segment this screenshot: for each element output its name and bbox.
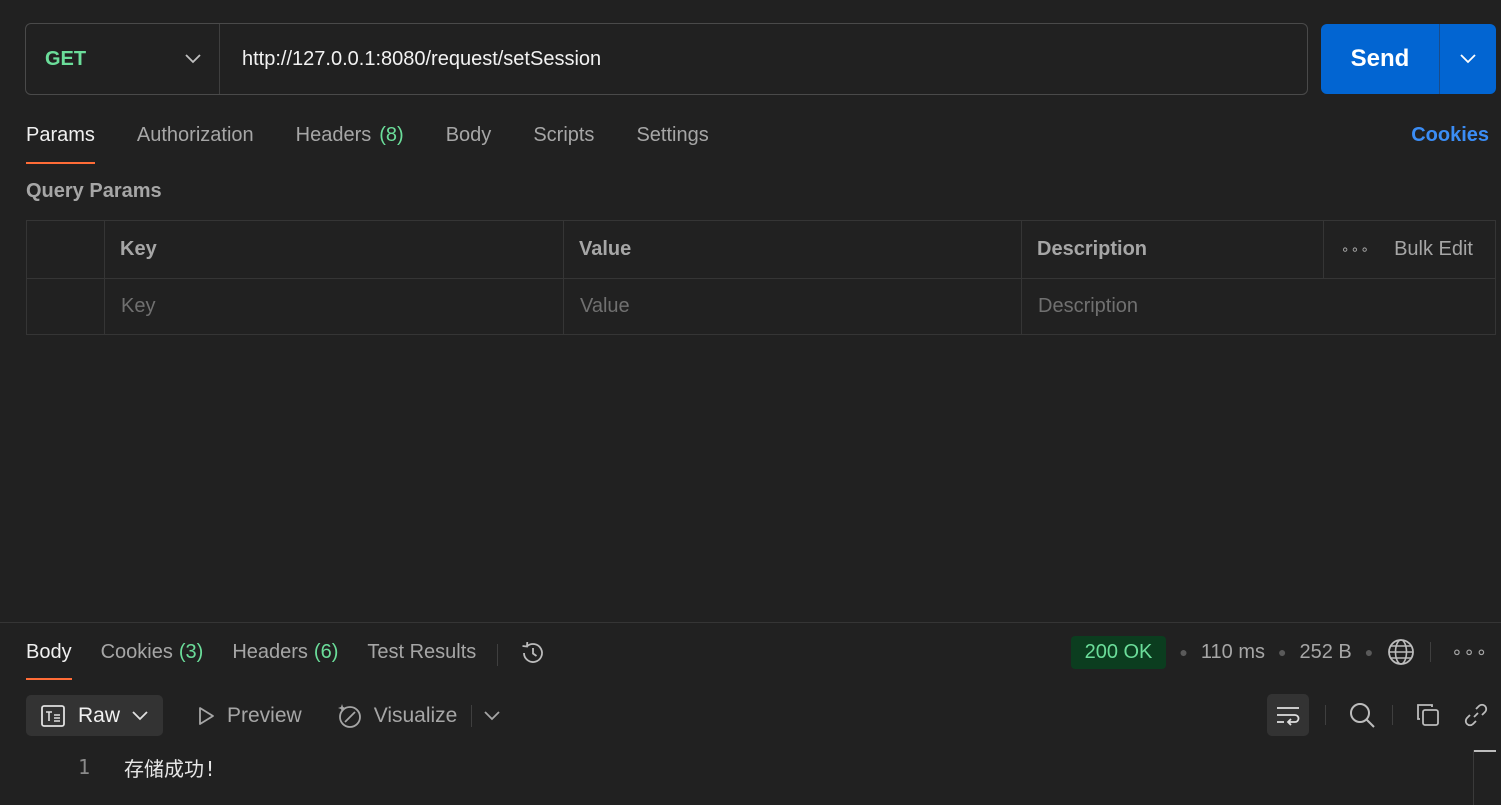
response-tools [1267, 694, 1501, 736]
request-tabs: Params Authorization Headers (8) Body Sc… [26, 118, 751, 166]
url-input[interactable]: http://127.0.0.1:8080/request/setSession [220, 48, 601, 71]
checkbox-column-header [27, 221, 105, 278]
section-title: Query Params [26, 180, 162, 202]
bulk-edit-cell: ∘∘∘ Bulk Edit [1324, 221, 1495, 278]
wrap-icon [1277, 707, 1300, 726]
play-icon [199, 706, 214, 725]
tab-label: Test Results [367, 641, 477, 663]
tab-response-body[interactable]: Body [26, 637, 72, 680]
chevron-down-icon [1460, 54, 1476, 64]
bulk-edit-button[interactable]: Bulk Edit [1394, 238, 1473, 261]
tab-count: (3) [178, 641, 204, 663]
search-button[interactable] [1348, 701, 1376, 729]
key-input[interactable]: Key [105, 279, 564, 334]
tab-label: Authorization [136, 124, 254, 146]
response-size[interactable]: 252 B [1299, 641, 1351, 664]
line-text[interactable]: 存储成功! [124, 753, 216, 782]
view-bar: Raw Preview Visualize [26, 695, 501, 736]
bulk-edit-group: ∘∘∘ Bulk Edit [1341, 238, 1473, 261]
tab-label: Headers [295, 124, 372, 146]
description-column-header: Description [1022, 221, 1324, 278]
tab-label: Settings [636, 124, 709, 146]
response-status: 200 OK ● 110 ms ● 252 B ● ∘∘∘ [1070, 635, 1501, 669]
tab-label: Params [26, 124, 95, 146]
separator [497, 644, 499, 666]
search-icon [1350, 703, 1375, 728]
cookies-link[interactable]: Cookies [1411, 124, 1489, 147]
more-icon[interactable]: ∘∘∘ [1451, 642, 1488, 663]
tab-label: Body [445, 124, 492, 146]
dot-separator: ● [1277, 644, 1287, 660]
wrap-lines-button[interactable] [1267, 694, 1309, 736]
copy-icon [1417, 704, 1439, 726]
chevron-down-icon [132, 710, 148, 720]
raw-format-dropdown[interactable]: Raw [26, 695, 163, 736]
history-icon[interactable] [518, 638, 548, 668]
link-button[interactable] [1463, 702, 1489, 728]
tab-count: (8) [379, 124, 404, 146]
tab-params[interactable]: Params [26, 118, 95, 164]
description-input[interactable]: Description [1022, 279, 1495, 334]
more-icon[interactable]: ∘∘∘ [1341, 241, 1370, 258]
send-button[interactable]: Send [1321, 24, 1439, 94]
tab-count: (6) [313, 641, 339, 663]
value-input[interactable]: Value [564, 279, 1022, 334]
tab-headers[interactable]: Headers (8) [296, 118, 404, 164]
response-time[interactable]: 110 ms [1201, 641, 1265, 664]
tab-authorization[interactable]: Authorization [137, 118, 254, 164]
separator [1392, 705, 1393, 725]
chevron-down-icon [185, 54, 201, 64]
row-checkbox-cell [27, 279, 105, 334]
method-label: GET [45, 47, 87, 70]
response-body-line: 1 存储成功! [0, 752, 216, 782]
link-icon [1464, 703, 1488, 727]
response-tabs: Body Cookies (3) Headers (6) Test Results [26, 637, 548, 681]
line-number: 1 [77, 755, 90, 779]
tab-response-cookies[interactable]: Cookies (3) [101, 637, 204, 680]
postman-request-page: GET http://127.0.0.1:8080/request/setSes… [0, 0, 1501, 805]
tab-label: Body [26, 641, 72, 663]
raw-label: Raw [78, 703, 121, 727]
separator [1430, 642, 1432, 662]
status-badge[interactable]: 200 OK [1070, 635, 1167, 669]
response-divider[interactable] [0, 622, 1501, 623]
preview-label: Preview [227, 703, 302, 727]
copy-button[interactable] [1415, 702, 1441, 728]
value-column-header: Value [564, 221, 1022, 278]
scrollbar-thumb[interactable] [1474, 750, 1496, 752]
method-selector[interactable]: GET [26, 24, 220, 94]
tab-scripts[interactable]: Scripts [533, 118, 594, 164]
tab-label: Cookies [100, 641, 173, 663]
dot-separator: ● [1179, 644, 1188, 660]
dot-separator: ● [1364, 644, 1374, 660]
chevron-down-icon[interactable] [484, 710, 501, 721]
preview-button[interactable]: Preview [195, 704, 302, 728]
visualize-label: Visualize [373, 703, 458, 727]
send-group: Send [1321, 24, 1496, 94]
tab-response-headers[interactable]: Headers (6) [232, 637, 338, 680]
scrollbar-track[interactable] [1473, 750, 1474, 805]
visualize-icon [337, 703, 361, 728]
tab-settings[interactable]: Settings [636, 118, 708, 164]
raw-icon [41, 704, 65, 727]
table-header-row: Key Value Description ∘∘∘ Bulk Edit [27, 221, 1495, 278]
tab-label: Scripts [533, 124, 595, 146]
params-table: Key Value Description ∘∘∘ Bulk Edit Key … [26, 220, 1496, 335]
tab-body[interactable]: Body [446, 118, 492, 164]
tab-label: Headers [232, 641, 308, 663]
tab-test-results[interactable]: Test Results [367, 637, 476, 680]
globe-icon[interactable] [1386, 637, 1416, 667]
separator [1325, 705, 1326, 725]
visualize-button[interactable]: Visualize [336, 702, 458, 730]
request-bar: GET http://127.0.0.1:8080/request/setSes… [25, 23, 1308, 95]
table-row: Key Value Description [27, 278, 1495, 334]
send-options-button[interactable] [1439, 24, 1496, 94]
separator [471, 704, 473, 727]
key-column-header: Key [105, 221, 564, 278]
